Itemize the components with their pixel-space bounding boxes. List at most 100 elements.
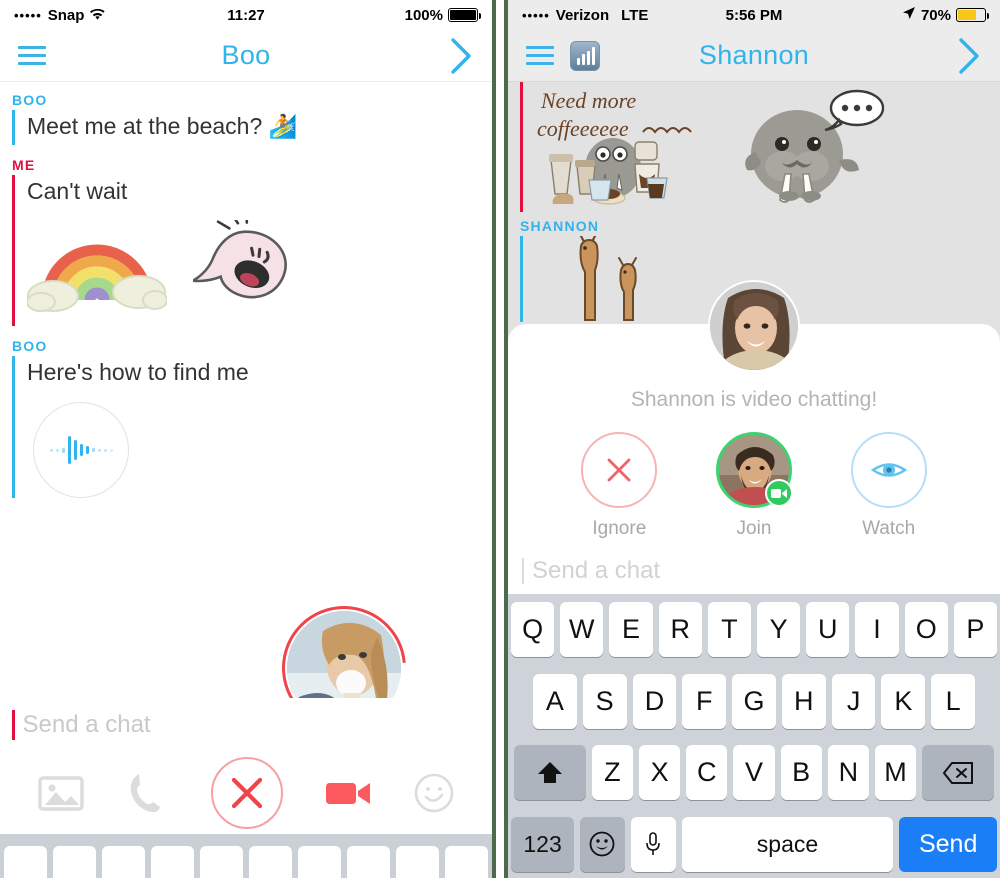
message-group: BOO Here's how to find me <box>0 338 492 499</box>
keyboard-key-n[interactable]: N <box>827 745 869 801</box>
chevron-right-icon[interactable] <box>450 37 474 75</box>
carrier-label: Snap <box>47 6 85 24</box>
shift-icon[interactable] <box>514 745 586 801</box>
keyboard-key-p[interactable]: P <box>953 602 998 657</box>
keyboard-key-e[interactable]: E <box>609 602 653 657</box>
keyboard-key-w[interactable]: W <box>560 602 604 657</box>
sticker-row <box>27 210 492 326</box>
keyboard-key-l[interactable]: L <box>931 673 976 729</box>
chevron-right-icon[interactable] <box>958 37 982 75</box>
keyboard-key-i[interactable]: I <box>855 602 899 657</box>
hamburger-icon[interactable] <box>18 41 46 70</box>
microphone-icon[interactable] <box>630 816 676 872</box>
message-body: Need more coffeeeeee <box>520 82 1000 212</box>
emoji-smiley-icon[interactable] <box>580 816 625 872</box>
keyboard-key-v[interactable]: V <box>733 745 775 801</box>
keyboard-key[interactable] <box>249 846 292 878</box>
keyboard-key-d[interactable]: D <box>632 673 677 729</box>
keyboard-key-f[interactable]: F <box>682 673 727 729</box>
keyboard-key-a[interactable]: A <box>532 673 577 729</box>
keyboard-key-z[interactable]: Z <box>591 745 634 801</box>
left-keyboard-top-edge[interactable] <box>0 834 492 878</box>
keyboard-key[interactable] <box>445 846 488 878</box>
keyboard-row-1: QWERTYUIOP <box>510 602 998 657</box>
message-group: ME Can't wait <box>0 157 492 326</box>
keyboard-key[interactable] <box>151 846 194 878</box>
message-text: Meet me at the beach? 🏄 <box>27 113 298 139</box>
join-label: Join <box>736 518 772 539</box>
page-title: Boo <box>221 40 271 70</box>
cancel-call-button[interactable] <box>211 757 283 829</box>
keyboard-key[interactable] <box>53 846 96 878</box>
svg-text:Need more: Need more <box>540 88 636 113</box>
message-sender-label-wrap: SHANNON <box>508 218 1000 234</box>
battery-percent-label: 70% <box>920 6 951 24</box>
message-text: Here's how to find me <box>27 358 249 385</box>
keyboard-key[interactable] <box>298 846 341 878</box>
rainbow-cloud-sticker[interactable] <box>27 220 167 312</box>
keyboard-key-u[interactable]: U <box>806 602 850 657</box>
right-chat-thread: Need more coffeeeeee SHANNON <box>508 82 1000 322</box>
keyboard-key-o[interactable]: O <box>904 602 948 657</box>
location-arrow-icon <box>902 6 916 24</box>
watch-button[interactable]: Watch <box>850 432 927 540</box>
keyboard-key-b[interactable]: B <box>780 745 822 801</box>
keyboard-key-r[interactable]: R <box>658 602 702 657</box>
left-phone-screen: ••••• Snap 11:27 100% Boo BOO Meet me at… <box>0 0 492 878</box>
walrus-thinking-sticker[interactable] <box>735 82 887 206</box>
keyboard-key-j[interactable]: J <box>831 673 876 729</box>
right-chat-input-row[interactable]: Send a chat <box>508 548 1000 594</box>
message-sender-label: ME <box>12 156 36 173</box>
message-sender-label: BOO <box>12 337 48 354</box>
text-caret <box>522 558 524 584</box>
numbers-key[interactable]: 123 <box>511 816 575 872</box>
keyboard-key[interactable] <box>102 846 145 878</box>
audio-waveform-icon[interactable] <box>33 402 129 499</box>
hamburger-icon[interactable] <box>526 41 554 70</box>
send-button[interactable]: Send <box>899 816 998 872</box>
right-status-carrier-group: ••••• Verizon LTE <box>522 7 648 24</box>
keyboard-key[interactable] <box>4 846 47 878</box>
keyboard-key-g[interactable]: G <box>732 673 776 729</box>
battery-icon <box>956 8 989 22</box>
left-nav-bar: Boo <box>0 30 492 82</box>
keyboard-row-3: ZXCVBNM <box>511 745 997 801</box>
keyboard-key-m[interactable]: M <box>874 745 917 801</box>
x-icon <box>581 432 658 508</box>
keyboard-key-s[interactable]: S <box>582 673 627 729</box>
need-more-coffee-walrus-sticker[interactable]: Need more coffeeeeee <box>535 82 705 212</box>
eye-icon <box>850 432 927 508</box>
left-chat-input-row[interactable]: Send a chat <box>0 698 492 752</box>
join-button[interactable]: Join <box>715 432 793 540</box>
photo-gallery-icon[interactable] <box>37 773 85 813</box>
keyboard-key-c[interactable]: C <box>686 745 728 801</box>
right-nav-bar: Shannon <box>508 30 1000 82</box>
keyboard-key-k[interactable]: K <box>881 673 926 729</box>
keyboard-key-y[interactable]: Y <box>757 602 801 657</box>
video-camera-icon[interactable] <box>325 778 371 808</box>
left-chat-thread: BOO Meet me at the beach? 🏄 ME Can't wai… <box>0 82 492 772</box>
keyboard-key[interactable] <box>200 846 243 878</box>
keyboard-key-x[interactable]: X <box>639 745 681 801</box>
text-caret <box>12 710 15 740</box>
keyboard-key-h[interactable]: H <box>781 673 826 729</box>
space-key[interactable]: space <box>681 816 894 872</box>
right-status-battery-group: 70% <box>902 6 989 24</box>
screen-divider <box>492 0 508 878</box>
cancel-call-icon <box>211 757 283 829</box>
sticker-smiley-icon[interactable] <box>413 772 455 814</box>
keyboard-key[interactable] <box>396 846 439 878</box>
keyboard-key[interactable] <box>347 846 390 878</box>
keyboard-key-t[interactable]: T <box>707 602 751 657</box>
backspace-icon[interactable] <box>922 745 995 801</box>
video-camera-badge-icon <box>764 479 793 507</box>
network-type-label: LTE <box>621 6 649 24</box>
voice-call-icon[interactable] <box>127 771 169 815</box>
snapscore-bar-chart-icon[interactable] <box>570 40 600 71</box>
happy-blob-ghost-sticker[interactable] <box>193 219 313 312</box>
shannon-avatar[interactable] <box>708 280 800 372</box>
keyboard-row-4: 123 space Send <box>511 816 998 872</box>
left-chat-toolbar <box>0 752 492 834</box>
ignore-button[interactable]: Ignore <box>581 432 658 540</box>
keyboard-key-q[interactable]: Q <box>510 602 555 657</box>
